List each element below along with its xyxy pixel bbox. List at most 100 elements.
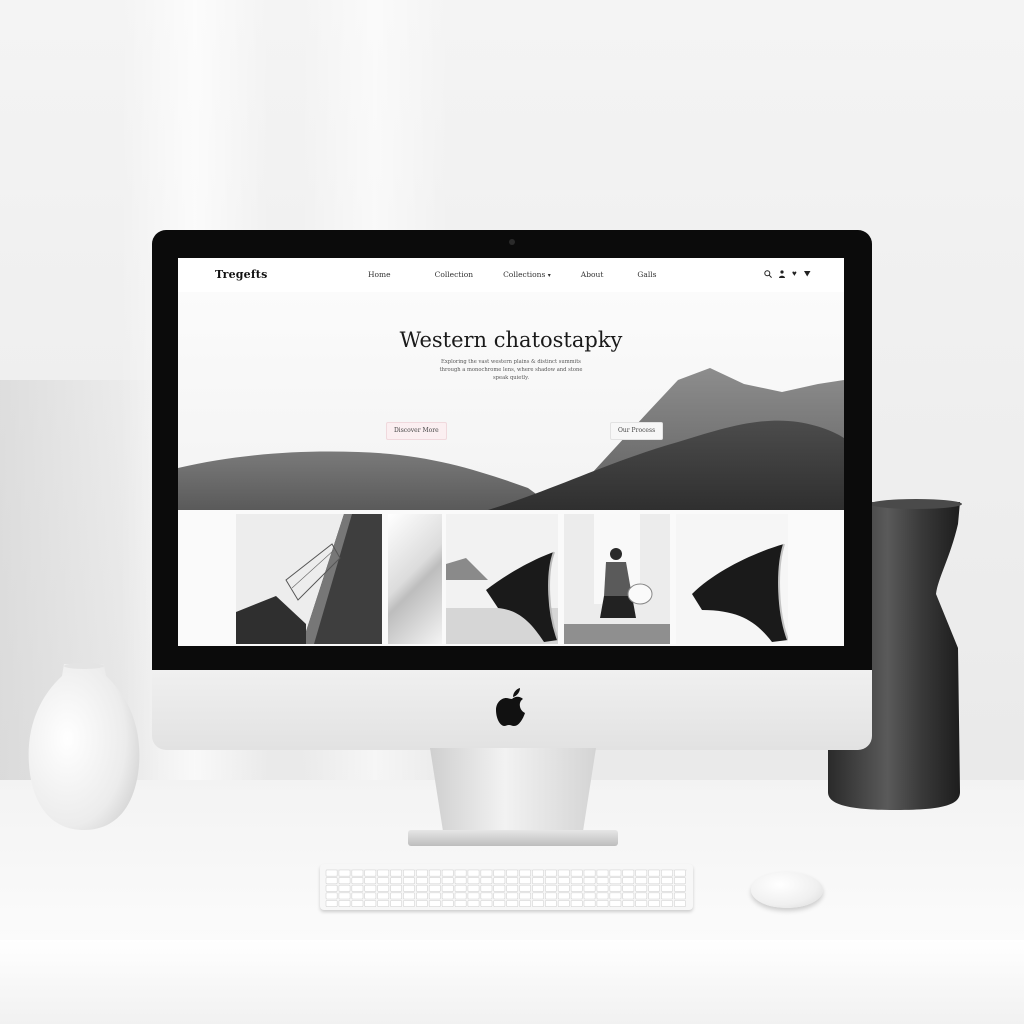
- keyboard-key[interactable]: [545, 900, 557, 907]
- keyboard-key[interactable]: [454, 869, 467, 877]
- keyboard-key[interactable]: [390, 884, 402, 892]
- keyboard-key[interactable]: [403, 884, 415, 892]
- keyboard-key[interactable]: [545, 877, 557, 885]
- gallery-tile-architecture[interactable]: [236, 514, 382, 644]
- keyboard-key[interactable]: [351, 877, 364, 885]
- keyboard-key[interactable]: [364, 884, 377, 892]
- keyboard-key[interactable]: [480, 892, 493, 900]
- keyboard-key[interactable]: [557, 900, 570, 907]
- keyboard-key[interactable]: [364, 900, 377, 907]
- keyboard-key[interactable]: [648, 900, 660, 907]
- keyboard-key[interactable]: [609, 892, 622, 900]
- keyboard-key[interactable]: [403, 869, 415, 877]
- nav-about[interactable]: About: [581, 270, 604, 279]
- keyboard-key[interactable]: [557, 869, 570, 877]
- keyboard-key[interactable]: [390, 869, 402, 877]
- keyboard-key[interactable]: [416, 884, 428, 892]
- keyboard-key[interactable]: [338, 892, 351, 900]
- keyboard-key[interactable]: [351, 892, 364, 900]
- keyboard-key[interactable]: [428, 900, 441, 907]
- keyboard-key[interactable]: [583, 892, 596, 900]
- keyboard-key[interactable]: [622, 884, 635, 892]
- keyboard-key[interactable]: [506, 892, 519, 900]
- keyboard-key[interactable]: [428, 877, 441, 885]
- keyboard-key[interactable]: [403, 877, 415, 885]
- keyboard-key[interactable]: [454, 877, 467, 885]
- keyboard-key[interactable]: [583, 877, 596, 885]
- discover-button[interactable]: Discover More: [386, 422, 447, 440]
- gallery-tile-sculpture-2[interactable]: [676, 514, 788, 644]
- keyboard-key[interactable]: [325, 869, 338, 877]
- keyboard-key[interactable]: [506, 900, 519, 907]
- keyboard-key[interactable]: [545, 869, 557, 877]
- keyboard-key[interactable]: [338, 877, 351, 885]
- keyboard-key[interactable]: [519, 884, 531, 892]
- keyboard-key[interactable]: [377, 877, 390, 885]
- process-button[interactable]: Our Process: [610, 422, 664, 440]
- keyboard-key[interactable]: [622, 900, 635, 907]
- keyboard-key[interactable]: [673, 900, 686, 907]
- gallery-tile-portrait[interactable]: [564, 514, 670, 644]
- keyboard-key[interactable]: [493, 884, 506, 892]
- keyboard-key[interactable]: [416, 877, 428, 885]
- keyboard-key[interactable]: [596, 884, 609, 892]
- keyboard-key[interactable]: [583, 869, 596, 877]
- search-icon[interactable]: [764, 269, 772, 278]
- keyboard-key[interactable]: [557, 884, 570, 892]
- keyboard-key[interactable]: [570, 884, 583, 892]
- keyboard-key[interactable]: [519, 892, 531, 900]
- keyboard-key[interactable]: [428, 869, 441, 877]
- keyboard-key[interactable]: [325, 892, 338, 900]
- keyboard-key[interactable]: [609, 877, 622, 885]
- keyboard[interactable]: [320, 864, 693, 910]
- keyboard-key[interactable]: [622, 877, 635, 885]
- keyboard-key[interactable]: [596, 877, 609, 885]
- keyboard-key[interactable]: [596, 892, 609, 900]
- keyboard-key[interactable]: [519, 877, 531, 885]
- gallery-tile-light[interactable]: [388, 514, 442, 644]
- keyboard-key[interactable]: [338, 869, 351, 877]
- keyboard-key[interactable]: [325, 900, 338, 907]
- keyboard-key[interactable]: [441, 884, 454, 892]
- keyboard-key[interactable]: [428, 884, 441, 892]
- keyboard-key[interactable]: [493, 877, 506, 885]
- keyboard-key[interactable]: [441, 892, 454, 900]
- keyboard-key[interactable]: [635, 884, 648, 892]
- keyboard-key[interactable]: [351, 884, 364, 892]
- keyboard-key[interactable]: [673, 869, 686, 877]
- keyboard-key[interactable]: [622, 892, 635, 900]
- keyboard-key[interactable]: [416, 892, 428, 900]
- keyboard-key[interactable]: [583, 900, 596, 907]
- keyboard-key[interactable]: [570, 869, 583, 877]
- keyboard-key[interactable]: [545, 884, 557, 892]
- keyboard-key[interactable]: [648, 869, 660, 877]
- keyboard-key[interactable]: [570, 877, 583, 885]
- keyboard-key[interactable]: [454, 892, 467, 900]
- keyboard-key[interactable]: [648, 892, 660, 900]
- keyboard-key[interactable]: [390, 892, 402, 900]
- nav-galls[interactable]: Galls: [637, 270, 656, 279]
- keyboard-key[interactable]: [596, 900, 609, 907]
- keyboard-key[interactable]: [364, 869, 377, 877]
- keyboard-key[interactable]: [596, 869, 609, 877]
- keyboard-key[interactable]: [428, 892, 441, 900]
- keyboard-key[interactable]: [441, 900, 454, 907]
- keyboard-key[interactable]: [390, 877, 402, 885]
- keyboard-key[interactable]: [467, 869, 480, 877]
- keyboard-key[interactable]: [325, 877, 338, 885]
- keyboard-key[interactable]: [635, 900, 648, 907]
- keyboard-key[interactable]: [377, 892, 390, 900]
- user-icon[interactable]: [779, 269, 785, 278]
- keyboard-key[interactable]: [673, 884, 686, 892]
- keyboard-key[interactable]: [351, 869, 364, 877]
- keyboard-key[interactable]: [467, 884, 480, 892]
- keyboard-key[interactable]: [661, 884, 673, 892]
- keyboard-key[interactable]: [325, 884, 338, 892]
- keyboard-key[interactable]: [351, 900, 364, 907]
- keyboard-key[interactable]: [557, 892, 570, 900]
- keyboard-key[interactable]: [609, 884, 622, 892]
- keyboard-key[interactable]: [390, 900, 402, 907]
- keyboard-key[interactable]: [416, 869, 428, 877]
- nav-collections[interactable]: Collections ▾: [503, 270, 551, 279]
- cart-icon[interactable]: [803, 270, 811, 277]
